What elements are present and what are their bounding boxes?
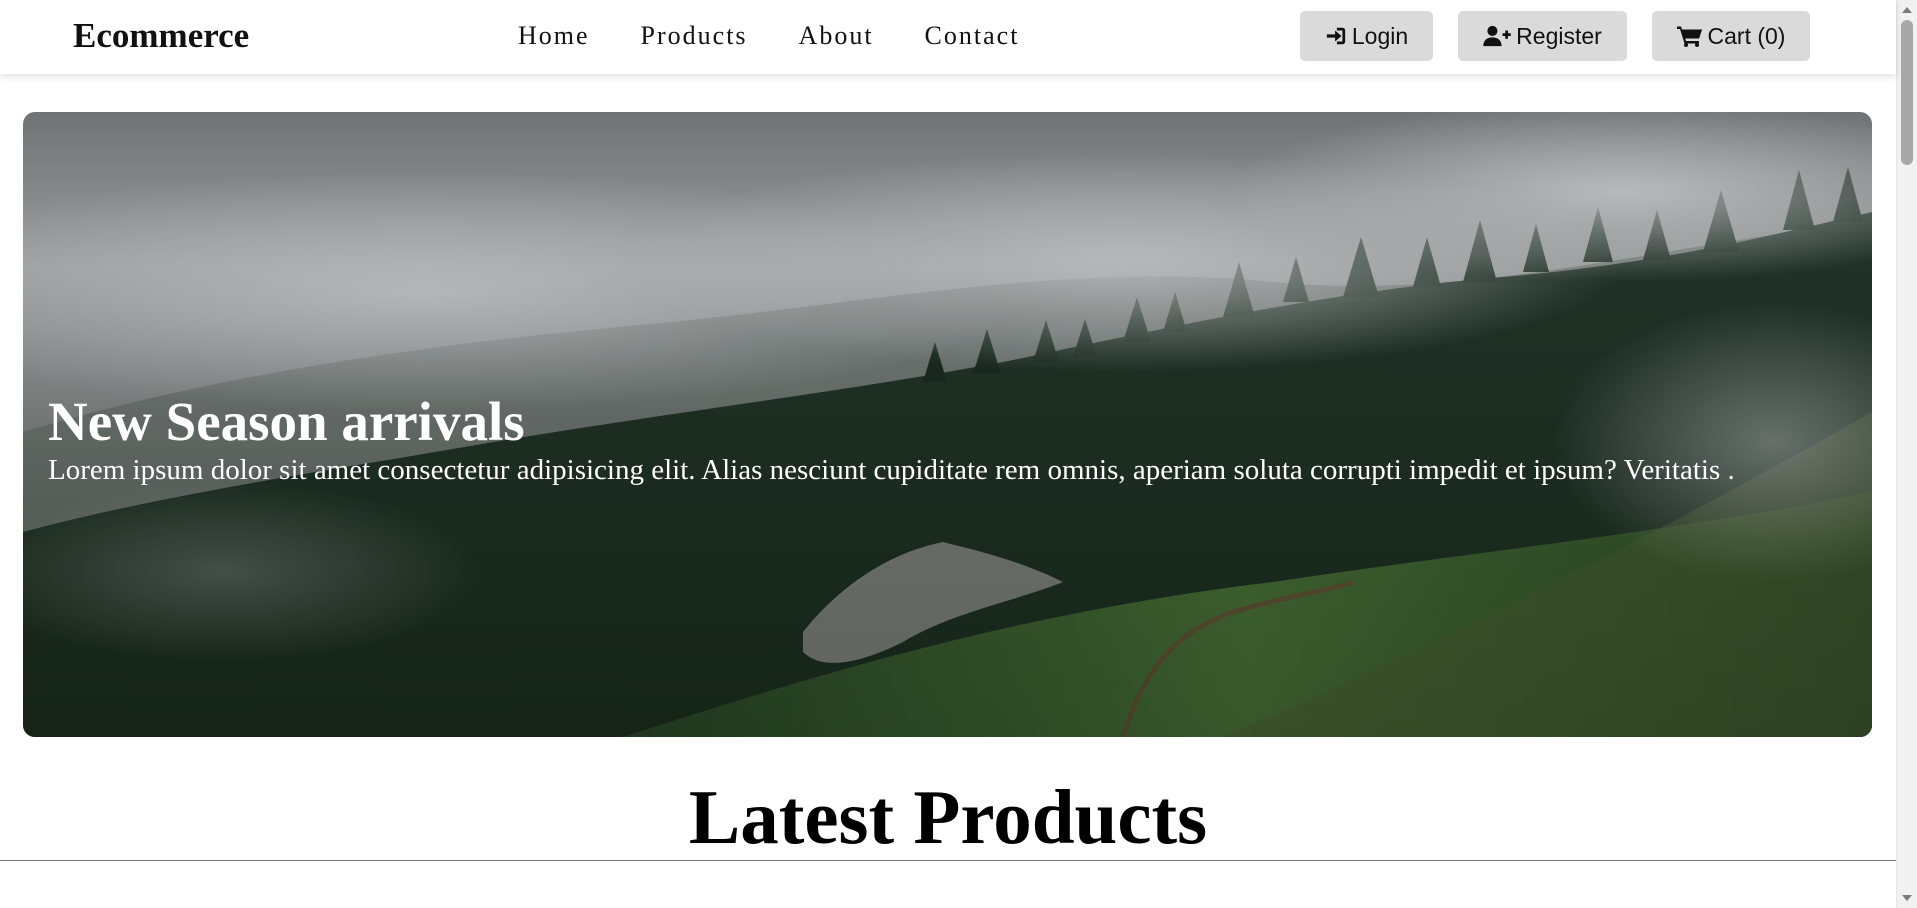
brand-logo[interactable]: Ecommerce <box>73 14 249 58</box>
scrollbar-thumb[interactable] <box>1901 20 1913 165</box>
register-label: Register <box>1516 22 1602 49</box>
login-label: Login <box>1351 22 1409 49</box>
hero-description: Lorem ipsum dolor sit amet consectetur a… <box>48 454 1735 486</box>
cart-button[interactable]: Cart (0) <box>1652 11 1810 61</box>
hero-title: New Season arrivals <box>48 391 525 452</box>
navbar: Ecommerce Home Products About Contact Lo… <box>0 0 1896 74</box>
shopping-cart-icon <box>1676 25 1703 47</box>
nav-link-about[interactable]: About <box>799 18 874 54</box>
nav-links: Home Products About Contact <box>518 18 1070 54</box>
hero-banner: New Season arrivals Lorem ipsum dolor si… <box>23 112 1872 737</box>
scroll-up-arrow-icon[interactable] <box>1902 7 1912 13</box>
login-button[interactable]: Login <box>1300 11 1433 61</box>
page: Ecommerce Home Products About Contact Lo… <box>0 0 1917 908</box>
page-scrollbar[interactable] <box>1896 0 1917 908</box>
nav-link-products[interactable]: Products <box>641 18 748 54</box>
scroll-down-arrow-icon[interactable] <box>1902 895 1912 901</box>
sign-in-icon <box>1325 25 1347 47</box>
user-plus-icon <box>1483 25 1511 47</box>
section-divider <box>0 860 1896 861</box>
cart-label: Cart (0) <box>1707 22 1786 49</box>
latest-products-heading: Latest Products <box>688 774 1208 860</box>
nav-link-home[interactable]: Home <box>518 18 590 54</box>
nav-link-contact[interactable]: Contact <box>925 18 1020 54</box>
register-button[interactable]: Register <box>1458 11 1627 61</box>
